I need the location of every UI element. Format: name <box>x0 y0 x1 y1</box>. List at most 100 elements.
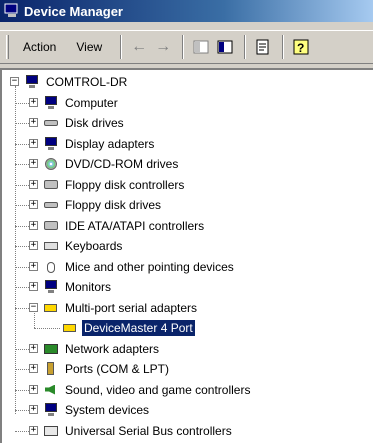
tree-connector <box>15 266 29 268</box>
expand-toggle[interactable]: + <box>29 220 38 230</box>
controller-icon <box>43 218 59 234</box>
tree-child-item[interactable]: DeviceMaster 4 Port <box>62 319 195 337</box>
svg-text:?: ? <box>297 41 304 55</box>
expand-toggle[interactable]: + <box>29 384 38 394</box>
serial-port-icon <box>43 300 59 316</box>
expand-toggle[interactable]: + <box>29 364 38 373</box>
properties-icon[interactable] <box>252 36 274 58</box>
tree-connector <box>15 287 29 288</box>
properties-pane-icon[interactable] <box>214 36 236 58</box>
tree-connector <box>15 205 29 206</box>
tree-item-label: System devices <box>65 403 150 417</box>
expand-toggle[interactable]: + <box>29 343 38 353</box>
back-icon[interactable]: ← <box>128 36 150 58</box>
toolbar-separator <box>282 35 285 59</box>
monitor-icon <box>43 279 59 295</box>
tree-item[interactable]: System devices <box>43 401 151 419</box>
expand-toggle[interactable]: + <box>29 159 38 168</box>
network-adapter-icon <box>43 341 59 357</box>
tree-item[interactable]: DVD/CD-ROM drives <box>43 155 180 173</box>
tree-item-label: Sound, video and game controllers <box>65 382 251 397</box>
menu-view-label: View <box>76 40 103 54</box>
menu-action[interactable]: Action <box>15 37 64 57</box>
tree-item-label: Floppy disk controllers <box>65 177 185 192</box>
tree-item[interactable]: Floppy disk controllers <box>43 176 186 194</box>
toolbar-separator <box>244 35 247 59</box>
show-tree-icon[interactable] <box>190 36 212 58</box>
toolbar-grip[interactable] <box>6 35 9 59</box>
disk-drive-icon <box>43 115 59 131</box>
expand-toggle[interactable]: + <box>29 282 38 291</box>
tree-item[interactable]: Universal Serial Bus controllers <box>43 422 234 440</box>
tree-item[interactable]: Computer <box>43 94 120 112</box>
cdrom-icon <box>43 156 59 172</box>
expand-toggle[interactable]: + <box>29 118 38 127</box>
device-manager-icon <box>4 3 20 19</box>
tree-item[interactable]: Ports (COM & LPT) <box>43 360 171 378</box>
expand-toggle[interactable]: + <box>29 179 38 189</box>
port-plug-icon <box>43 361 59 377</box>
tree-connector <box>15 164 29 165</box>
tree-item[interactable]: Floppy disk drives <box>43 196 163 214</box>
forward-icon[interactable]: → <box>152 36 174 58</box>
tree-item[interactable]: Disk drives <box>43 114 126 132</box>
expand-toggle[interactable]: + <box>29 200 38 209</box>
help-icon[interactable]: ? <box>290 36 312 58</box>
tree-connector <box>15 389 29 391</box>
keyboard-icon <box>43 238 59 254</box>
tree-item-label: Floppy disk drives <box>65 198 162 212</box>
tree-item-label: Ports (COM & LPT) <box>65 362 170 376</box>
tree-item[interactable]: Display adapters <box>43 135 156 153</box>
menu-view[interactable]: View <box>68 37 110 57</box>
tree-child-item-label: DeviceMaster 4 Port <box>82 320 195 336</box>
tree-connector <box>15 86 16 414</box>
tree-item-label: Universal Serial Bus controllers <box>65 423 232 438</box>
tree-item-label: Display adapters <box>65 136 155 151</box>
expand-toggle[interactable]: + <box>29 138 38 148</box>
collapse-toggle[interactable]: − <box>29 302 38 312</box>
tree-connector <box>15 184 29 186</box>
tree-item-label: Keyboards <box>65 239 123 253</box>
tree-item[interactable]: Multi-port serial adapters <box>43 299 199 317</box>
tree-item-label: Network adapters <box>65 341 160 356</box>
toolbar-separator <box>120 35 123 59</box>
usb-icon <box>43 423 59 439</box>
menu-action-label: Action <box>23 40 57 54</box>
tree-item[interactable]: Monitors <box>43 278 113 296</box>
tree-item-label: Computer <box>65 95 118 110</box>
collapse-toggle[interactable]: − <box>10 77 19 86</box>
expand-toggle[interactable]: + <box>29 405 38 414</box>
tree-item[interactable]: IDE ATA/ATAPI controllers <box>43 217 206 235</box>
monitor-icon <box>43 136 59 152</box>
floppy-drive-icon <box>43 197 59 213</box>
tree-item[interactable]: Mice and other pointing devices <box>43 258 236 276</box>
tree-root[interactable]: COMTROL-DR <box>24 73 129 91</box>
computer-icon <box>24 74 40 90</box>
tree-connector <box>15 348 29 350</box>
tree-item[interactable]: Sound, video and game controllers <box>43 381 252 399</box>
expand-toggle[interactable]: + <box>29 425 38 435</box>
tree-connector <box>34 328 60 329</box>
device-tree-pane[interactable]: − COMTROL-DR + Computer + Disk drives + Display… <box>0 68 373 443</box>
tree-item[interactable]: Keyboards <box>43 237 124 255</box>
serial-port-icon <box>62 320 78 336</box>
toolbar-separator <box>182 35 185 59</box>
tree-item-label: DVD/CD-ROM drives <box>65 157 179 171</box>
computer-icon <box>43 95 59 111</box>
tree-item-label: Monitors <box>65 280 112 294</box>
sound-icon <box>43 382 59 398</box>
tree-connector <box>15 410 29 411</box>
expand-toggle[interactable]: + <box>29 97 38 107</box>
expand-toggle[interactable]: + <box>29 261 38 271</box>
window-title: Device Manager <box>24 3 123 19</box>
tree-connector <box>15 102 29 104</box>
tree-item[interactable]: Network adapters <box>43 340 161 358</box>
menu-toolbar: Action View ← → ? <box>0 30 373 64</box>
expand-toggle[interactable]: + <box>29 241 38 250</box>
tree-connector <box>15 430 29 432</box>
tree-item-label: Mice and other pointing devices <box>65 259 234 274</box>
tree-connector <box>34 312 35 328</box>
tree-connector <box>15 123 29 124</box>
title-bar[interactable]: Device Manager <box>0 0 373 22</box>
tree-connector <box>15 225 29 227</box>
